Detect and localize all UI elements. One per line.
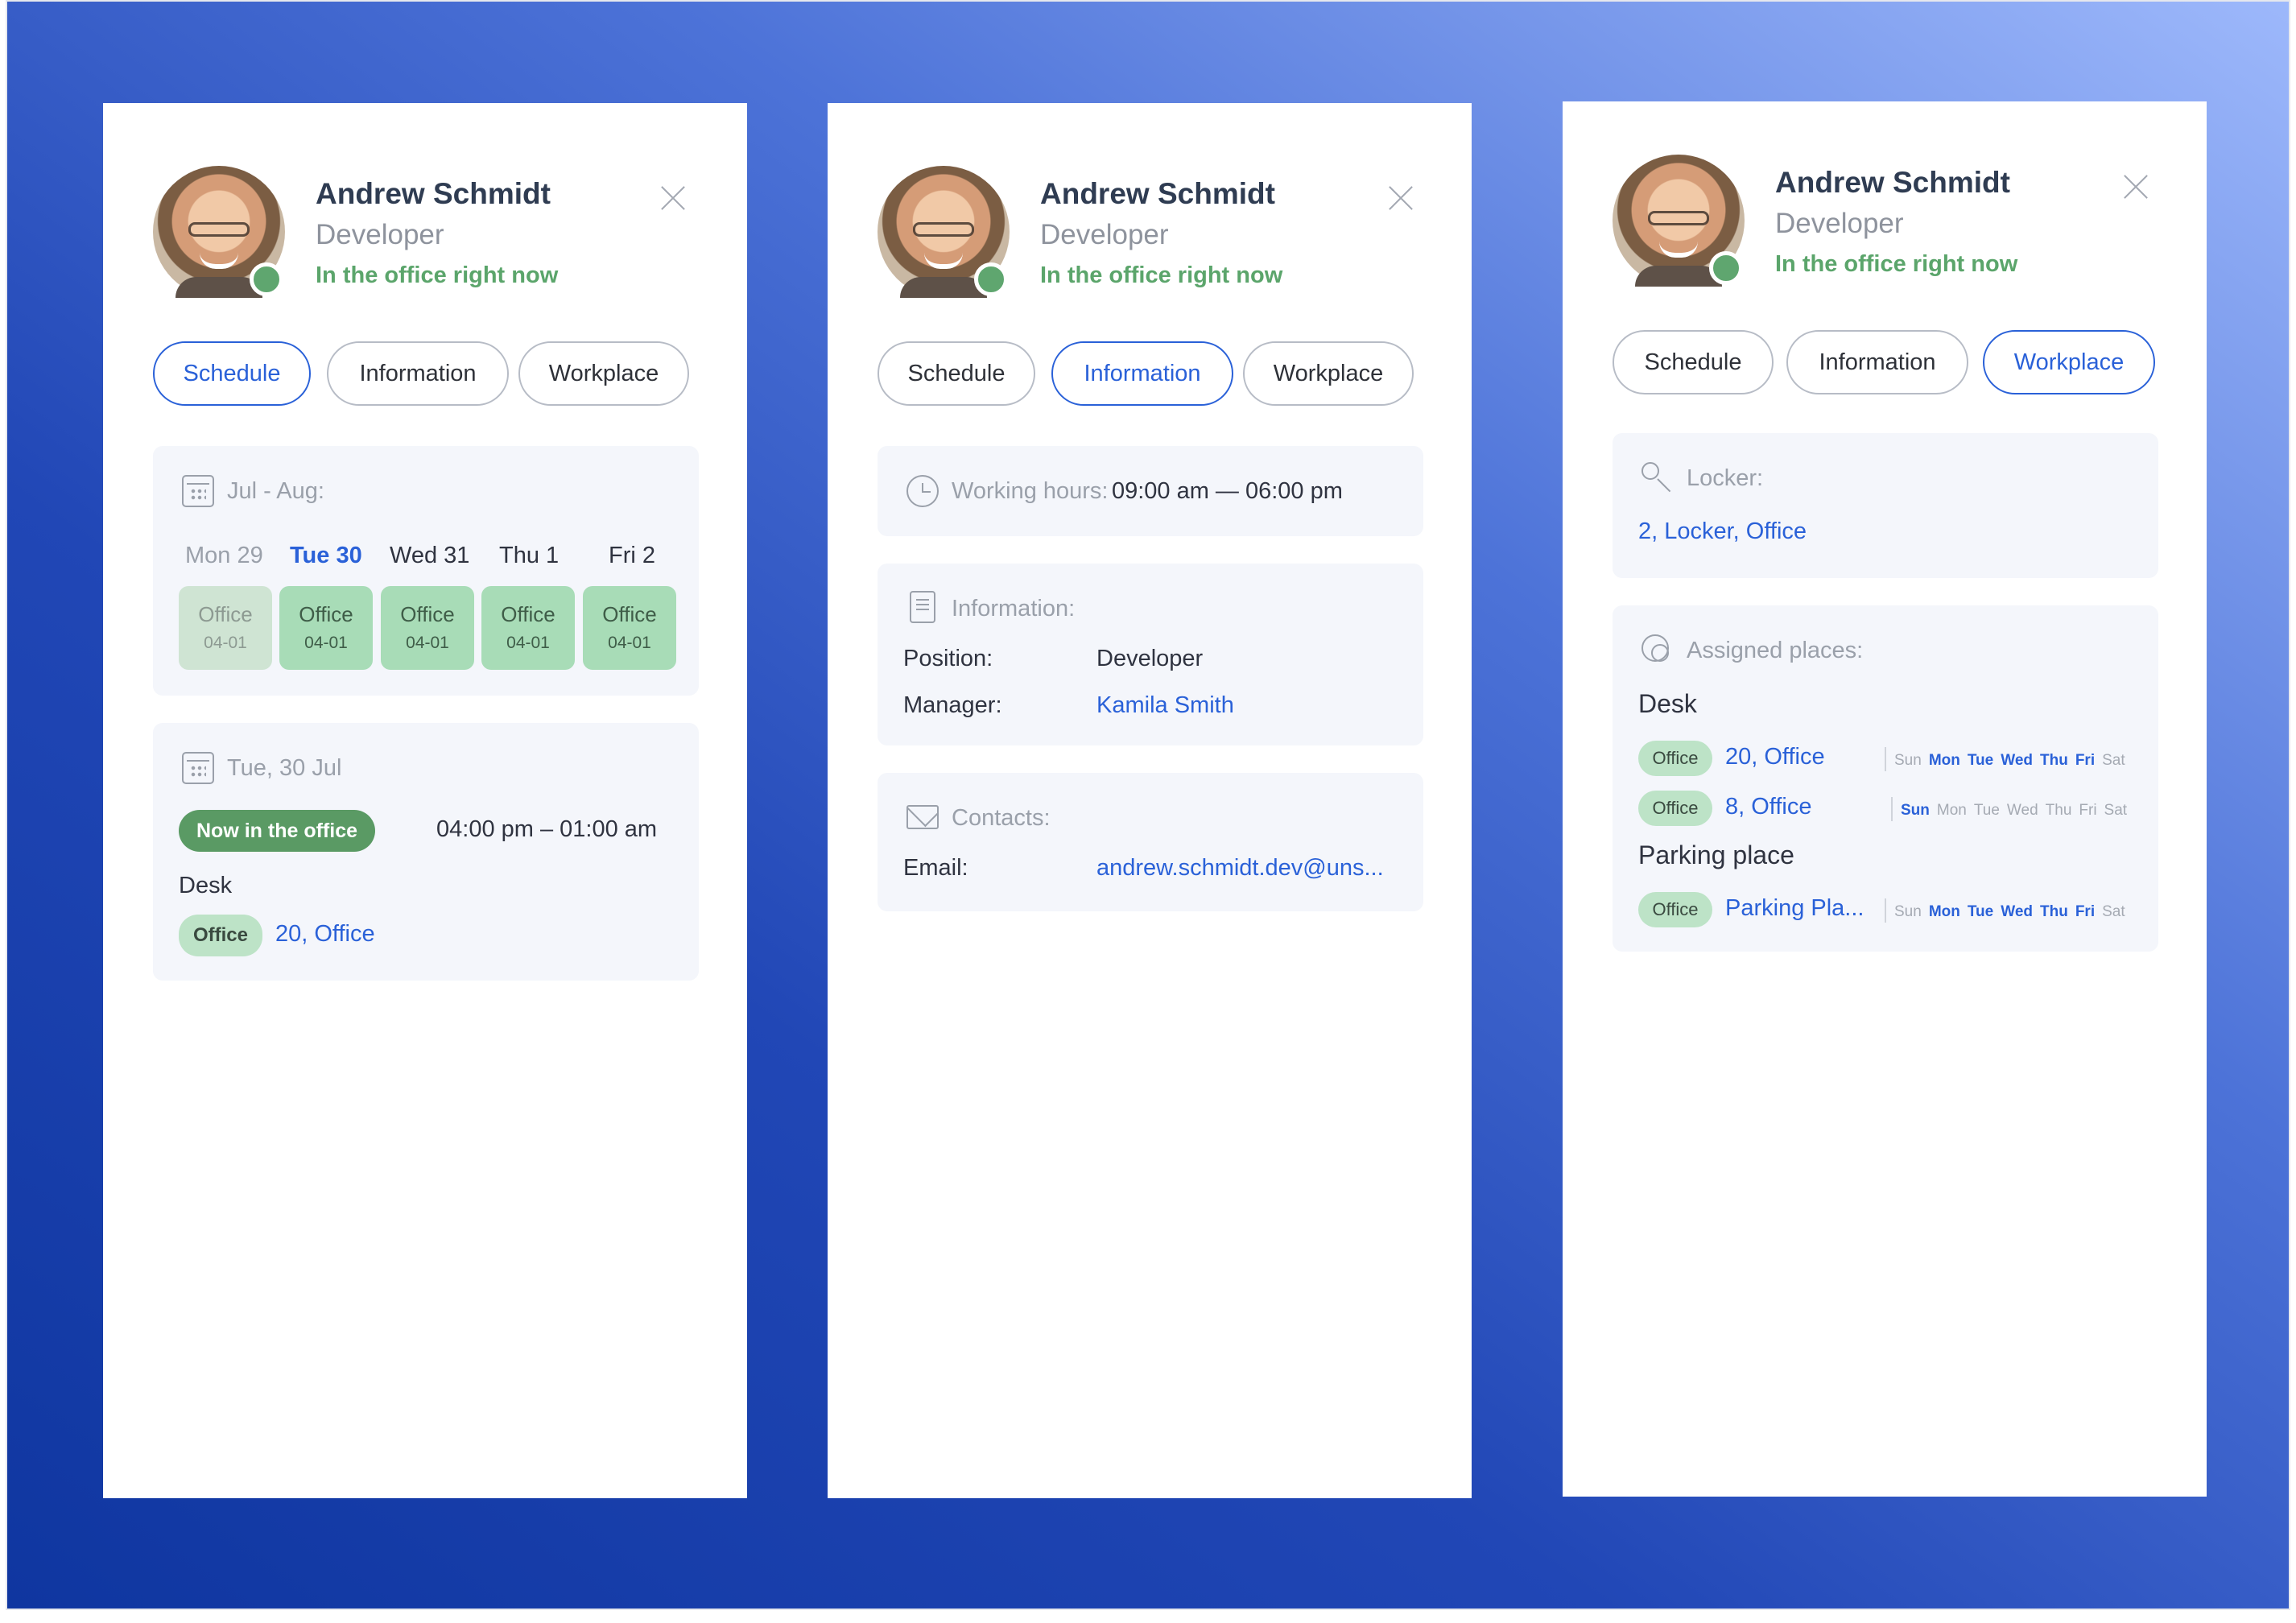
- office-badge: Office: [1638, 892, 1712, 927]
- place-link[interactable]: 20, Office: [275, 921, 375, 948]
- avatar-smile: [924, 253, 963, 269]
- link-icon: [1641, 634, 1669, 662]
- email-link[interactable]: andrew.schmidt.dev@uns...: [1096, 855, 1384, 882]
- time-range: 04:00 pm – 01:00 am: [436, 816, 658, 842]
- day-office-tile[interactable]: Office 04-01: [481, 586, 575, 670]
- tab-information[interactable]: Information: [327, 341, 509, 406]
- profile-panel-workplace: Andrew Schmidt Developer In the office r…: [1563, 101, 2207, 1497]
- key-icon: [1641, 462, 1659, 480]
- tab-schedule[interactable]: Schedule: [878, 341, 1035, 406]
- avatar-smile: [200, 253, 238, 269]
- schedule-week-card: Jul - Aug: Mon 29 Tue 30 Wed 31 Thu 1 Fr…: [153, 446, 699, 696]
- contacts-card: Contacts: Email: andrew.schmidt.dev@uns.…: [878, 773, 1423, 911]
- tab-information[interactable]: Information: [1051, 341, 1233, 406]
- day-label[interactable]: Tue 30: [290, 543, 362, 569]
- presence-status: In the office right now: [1040, 262, 1283, 288]
- office-badge: Office: [1638, 791, 1712, 826]
- avatar-smile: [1659, 242, 1698, 258]
- avatar: [1613, 155, 1745, 287]
- working-hours-value: 09:00 am — 06:00 pm: [1111, 478, 1343, 504]
- tab-workplace[interactable]: Workplace: [518, 341, 689, 406]
- day-office-tile[interactable]: Office 04-01: [279, 586, 373, 670]
- day-label[interactable]: Fri 2: [609, 543, 655, 569]
- status-badge: Now in the office: [179, 810, 375, 852]
- tab-schedule[interactable]: Schedule: [153, 341, 311, 406]
- background-stage: Andrew Schmidt Developer In the office r…: [6, 0, 2290, 1610]
- place-type: Desk: [179, 873, 233, 898]
- email-label: Email:: [903, 855, 968, 881]
- online-status-dot: [1709, 251, 1743, 285]
- day-office-tile[interactable]: Office 04-01: [179, 586, 272, 670]
- tab-information[interactable]: Information: [1786, 330, 1968, 394]
- profile-name: Andrew Schmidt: [1040, 177, 1275, 210]
- close-icon[interactable]: [657, 182, 689, 214]
- locker-card: Locker: 2, Locker, Office: [1613, 433, 2158, 578]
- presence-status: In the office right now: [1775, 251, 2018, 277]
- parking-section-title: Parking place: [1638, 840, 1794, 869]
- day-label[interactable]: Thu 1: [499, 543, 559, 569]
- manager-label: Manager:: [903, 692, 1002, 718]
- profile-name: Andrew Schmidt: [316, 177, 551, 210]
- place-link[interactable]: Parking Pla...: [1725, 895, 1864, 922]
- position-label: Position:: [903, 646, 993, 671]
- profile-name: Andrew Schmidt: [1775, 166, 2010, 199]
- day-label[interactable]: Mon 29: [185, 543, 263, 569]
- working-hours-card: Working hours: 09:00 am — 06:00 pm: [878, 446, 1423, 536]
- schedule-range-label: Jul - Aug:: [227, 478, 324, 504]
- divider: [1885, 747, 1886, 771]
- calendar-icon: [182, 752, 214, 784]
- avatar-glasses: [913, 222, 974, 237]
- avatar: [153, 166, 285, 298]
- weekday-row: Sun Mon Tue Wed Thu Fri Sat: [1901, 802, 2128, 819]
- profile-panel-information: Andrew Schmidt Developer In the office r…: [828, 103, 1472, 1498]
- document-icon: [910, 591, 935, 623]
- day-detail-date: Tue, 30 Jul: [227, 755, 342, 781]
- calendar-icon: [182, 475, 214, 507]
- profile-panel-schedule: Andrew Schmidt Developer In the office r…: [103, 103, 747, 1498]
- divider: [1891, 797, 1893, 821]
- office-badge: Office: [1638, 741, 1712, 776]
- assigned-places-card: Assigned places: Desk Office 20, Office …: [1613, 605, 2158, 952]
- desk-section-title: Desk: [1638, 689, 1697, 718]
- weekday-row: Sun Mon Tue Wed Thu Fri Sat: [1894, 752, 2125, 769]
- close-icon[interactable]: [2120, 171, 2152, 203]
- place-link[interactable]: 20, Office: [1725, 744, 1825, 770]
- profile-role: Developer: [316, 219, 444, 250]
- assigned-places-label: Assigned places:: [1687, 638, 1864, 663]
- profile-role: Developer: [1040, 219, 1169, 250]
- avatar-glasses: [188, 222, 250, 237]
- working-hours-label: Working hours:: [952, 478, 1109, 504]
- locker-label: Locker:: [1687, 465, 1764, 491]
- position-value: Developer: [1096, 646, 1204, 671]
- online-status-dot: [250, 262, 283, 296]
- clock-icon: [906, 475, 939, 507]
- divider: [1885, 898, 1886, 923]
- tab-workplace[interactable]: Workplace: [1983, 330, 2155, 394]
- day-office-tile[interactable]: Office 04-01: [381, 586, 474, 670]
- mail-icon: [906, 805, 939, 829]
- tab-workplace[interactable]: Workplace: [1243, 341, 1414, 406]
- information-card: Information: Position: Developer Manager…: [878, 564, 1423, 745]
- manager-link[interactable]: Kamila Smith: [1096, 692, 1234, 719]
- close-icon[interactable]: [1385, 182, 1417, 214]
- day-label[interactable]: Wed 31: [390, 543, 469, 569]
- online-status-dot: [974, 262, 1008, 296]
- locker-link[interactable]: 2, Locker, Office: [1638, 518, 1807, 545]
- profile-role: Developer: [1775, 208, 1904, 239]
- presence-status: In the office right now: [316, 262, 559, 288]
- office-badge: Office: [179, 915, 262, 956]
- avatar: [878, 166, 1010, 298]
- weekday-row: Sun Mon Tue Wed Thu Fri Sat: [1894, 903, 2125, 920]
- day-office-tile[interactable]: Office 04-01: [583, 586, 676, 670]
- information-label: Information:: [952, 596, 1076, 622]
- tab-schedule[interactable]: Schedule: [1613, 330, 1774, 394]
- day-detail-card: Tue, 30 Jul Now in the office 04:00 pm –…: [153, 723, 699, 981]
- contacts-label: Contacts:: [952, 805, 1051, 831]
- avatar-glasses: [1648, 211, 1709, 225]
- place-link[interactable]: 8, Office: [1725, 794, 1811, 820]
